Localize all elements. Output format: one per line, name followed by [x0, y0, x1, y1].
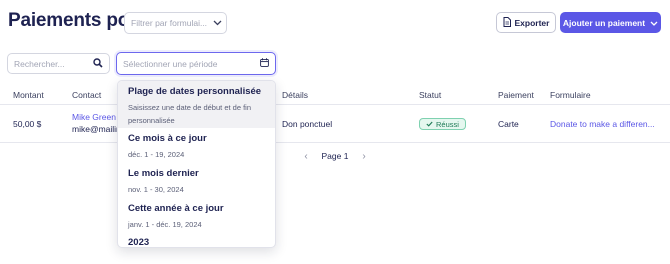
- chevron-right-icon[interactable]: ›: [358, 151, 370, 162]
- date-option-2023[interactable]: 2023: [118, 237, 275, 248]
- details-cell: Don ponctuel: [282, 119, 333, 129]
- date-range-input[interactable]: Sélectionner une période: [116, 52, 276, 75]
- chevron-down-icon: [208, 20, 226, 26]
- document-icon: [503, 16, 511, 29]
- column-header-amount[interactable]: Montant: [13, 90, 44, 100]
- date-option-title: 2023: [128, 237, 150, 248]
- divider: [0, 142, 670, 143]
- date-option-custom[interactable]: Plage de dates personnalisée Saisissez u…: [118, 81, 275, 128]
- form-filter-placeholder: Filtrer par formulai...: [131, 18, 208, 28]
- calendar-icon: [260, 58, 269, 69]
- date-option-subtitle: déc. 1 - 19, 2024: [128, 150, 185, 159]
- column-header-form[interactable]: Formulaire: [550, 90, 591, 100]
- amount-cell: 50,00 $: [13, 119, 42, 129]
- date-option-subtitle: janv. 1 - déc. 19, 2024: [128, 220, 202, 229]
- date-option-subtitle: Saisissez une date de début et de fin pe…: [128, 103, 252, 125]
- export-button[interactable]: Exporter: [496, 12, 556, 33]
- payment-method-cell: Carte: [498, 119, 519, 129]
- add-payment-label: Ajouter un paiement: [562, 17, 646, 28]
- date-option-title: Plage de dates personnalisée: [128, 86, 262, 97]
- date-option-subtitle: nov. 1 - 30, 2024: [128, 185, 184, 194]
- add-payment-button[interactable]: Ajouter un paiement: [560, 12, 661, 33]
- status-badge: Réussi: [419, 118, 466, 130]
- date-option-title: Cette année à ce jour: [128, 203, 224, 214]
- column-header-payment[interactable]: Paiement: [498, 90, 534, 100]
- chevron-left-icon[interactable]: ‹: [300, 151, 312, 162]
- date-option-title: Ce mois à ce jour: [128, 133, 207, 144]
- pagination: ‹ Page 1 ›: [300, 150, 370, 162]
- column-header-contact[interactable]: Contact: [72, 90, 101, 100]
- column-header-status[interactable]: Statut: [419, 90, 441, 100]
- check-icon: [426, 120, 433, 129]
- form-filter-select[interactable]: Filtrer par formulai...: [124, 12, 227, 34]
- status-label: Réussi: [436, 119, 459, 129]
- contact-name-link[interactable]: Mike Green: [72, 112, 116, 122]
- search-icon: [93, 57, 103, 70]
- date-range-dropdown: Plage de dates personnalisée Saisissez u…: [117, 80, 276, 248]
- search-input[interactable]: Rechercher...: [7, 53, 110, 74]
- date-option-month-to-date[interactable]: Ce mois à ce jour déc. 1 - 19, 2024: [118, 133, 275, 165]
- date-range-placeholder: Sélectionner une période: [123, 58, 218, 69]
- export-label: Exporter: [514, 17, 550, 28]
- date-option-year-to-date[interactable]: Cette année à ce jour janv. 1 - déc. 19,…: [118, 203, 275, 235]
- contact-email: mike@mailir: [72, 124, 119, 134]
- chevron-down-icon: [650, 18, 658, 28]
- date-option-title: Le mois dernier: [128, 168, 199, 179]
- column-header-details[interactable]: Détails: [282, 90, 308, 100]
- date-option-last-month[interactable]: Le mois dernier nov. 1 - 30, 2024: [118, 168, 275, 200]
- page-label: Page 1: [321, 151, 349, 161]
- search-placeholder: Rechercher...: [14, 58, 65, 69]
- divider: [0, 104, 670, 105]
- form-link[interactable]: Donate to make a differen...: [550, 119, 655, 129]
